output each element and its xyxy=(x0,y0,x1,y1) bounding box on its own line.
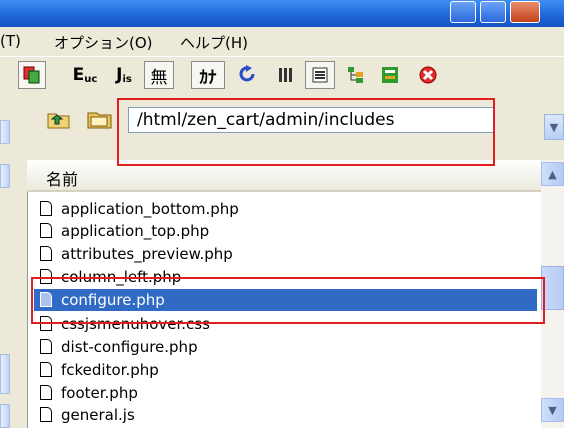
scroll-up-button[interactable]: ▲ xyxy=(541,162,564,186)
file-icon xyxy=(40,385,52,400)
split-view-icon[interactable] xyxy=(376,61,404,89)
title-bar xyxy=(0,0,564,27)
file-icon xyxy=(40,246,52,261)
jis-button[interactable]: Jis xyxy=(109,61,139,89)
list-view-icon[interactable] xyxy=(272,61,300,89)
file-name: fckeditor.php xyxy=(61,361,159,379)
file-icon xyxy=(40,407,52,422)
file-highlight-box xyxy=(31,277,545,324)
list-item[interactable]: application_top.php xyxy=(27,220,537,242)
file-name: general.js xyxy=(61,406,135,424)
column-header-label: 名前 xyxy=(46,170,79,189)
list-item[interactable]: general.js xyxy=(27,404,537,426)
file-name: application_bottom.php xyxy=(61,200,239,218)
file-icon xyxy=(40,223,52,238)
maximize-button[interactable] xyxy=(480,1,506,23)
file-name: footer.php xyxy=(61,384,138,402)
menu-options[interactable]: オプション(O) xyxy=(54,32,153,53)
file-name: dist-configure.php xyxy=(61,338,198,356)
file-icon xyxy=(40,339,52,354)
tree-view-icon[interactable] xyxy=(342,61,370,89)
list-item[interactable]: dist-configure.php xyxy=(27,336,537,358)
file-name: attributes_preview.php xyxy=(61,245,233,263)
file-name: application_top.php xyxy=(61,222,210,240)
menu-bar: (T) オプション(O) ヘルプ(H) xyxy=(0,27,564,55)
left-pane xyxy=(0,96,18,428)
file-icon xyxy=(40,201,52,216)
list-item[interactable]: attributes_preview.php xyxy=(27,243,537,265)
menu-help[interactable]: ヘルプ(H) xyxy=(180,32,248,53)
folder-icon[interactable] xyxy=(87,108,113,134)
file-icon xyxy=(40,362,52,377)
list-item[interactable]: footer.php xyxy=(27,382,537,404)
left-pane-scroll-button[interactable] xyxy=(0,164,10,188)
no-convert-button[interactable]: 無 xyxy=(144,61,174,89)
close-button[interactable] xyxy=(510,1,540,23)
copy-icon[interactable] xyxy=(18,61,46,89)
menu-item-partial[interactable]: (T) xyxy=(0,32,21,50)
stop-icon[interactable] xyxy=(414,61,442,89)
kana-button[interactable]: ｶﾅ xyxy=(191,61,225,89)
list-item[interactable]: fckeditor.php xyxy=(27,359,537,381)
details-view-icon[interactable] xyxy=(305,61,335,89)
chevron-down-icon[interactable]: ▼ xyxy=(544,114,564,140)
toolbar: Euc Jis 無 ｶﾅ xyxy=(0,56,564,95)
minimize-button[interactable] xyxy=(450,1,476,23)
euc-button[interactable]: Euc xyxy=(68,61,102,89)
path-highlight-box xyxy=(117,98,495,166)
folder-up-icon[interactable] xyxy=(47,110,71,134)
refresh-icon[interactable] xyxy=(234,61,262,89)
scroll-down-button[interactable]: ▼ xyxy=(541,398,564,422)
left-pane-thumb[interactable] xyxy=(0,354,10,394)
left-pane-scroll-down[interactable] xyxy=(0,404,10,428)
list-item[interactable]: application_bottom.php xyxy=(27,198,537,220)
